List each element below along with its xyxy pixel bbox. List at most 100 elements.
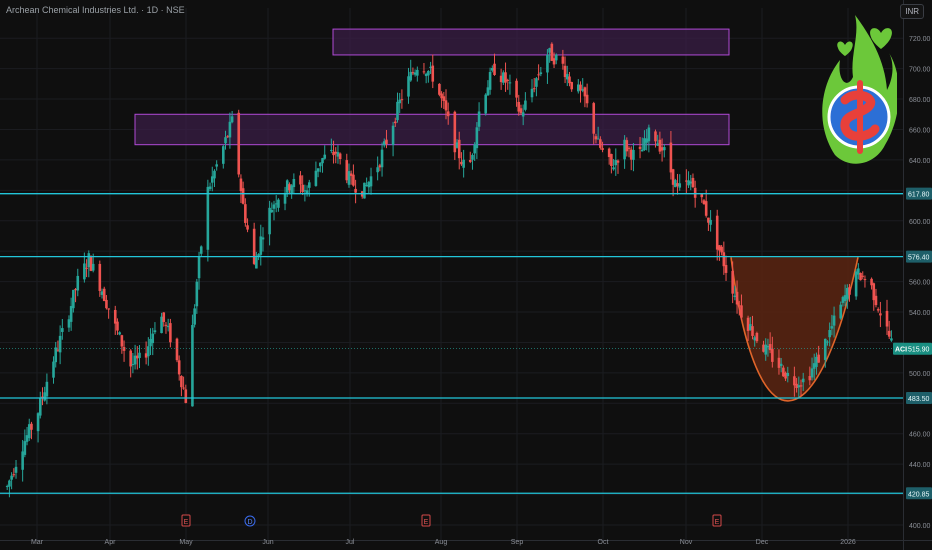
candle-body[interactable]: [879, 313, 882, 316]
candle-body[interactable]: [444, 100, 448, 111]
candle-body[interactable]: [224, 137, 227, 144]
candle-body[interactable]: [52, 361, 55, 378]
candle-body[interactable]: [700, 194, 704, 198]
candle-body[interactable]: [213, 170, 216, 179]
candle-body[interactable]: [515, 80, 518, 98]
candle-body[interactable]: [393, 121, 397, 124]
candle-body[interactable]: [438, 83, 441, 95]
candle-body[interactable]: [735, 291, 739, 305]
candle-body[interactable]: [323, 154, 327, 159]
candle-body[interactable]: [427, 71, 430, 76]
candle-body[interactable]: [610, 154, 613, 166]
candle-body[interactable]: [102, 288, 106, 302]
candle-body[interactable]: [786, 372, 790, 377]
candle-body[interactable]: [369, 176, 373, 187]
candle-body[interactable]: [391, 125, 395, 146]
candle-body[interactable]: [76, 275, 80, 291]
candle-body[interactable]: [241, 188, 245, 204]
candle-body[interactable]: [69, 306, 73, 322]
candle-body[interactable]: [299, 175, 302, 185]
candle-body[interactable]: [354, 188, 357, 193]
candle-body[interactable]: [468, 159, 472, 162]
candle-body[interactable]: [221, 146, 225, 164]
candle-body[interactable]: [184, 389, 188, 403]
candle-body[interactable]: [246, 225, 249, 230]
candle-body[interactable]: [669, 142, 673, 173]
candle-body[interactable]: [316, 168, 320, 172]
candle-body[interactable]: [105, 299, 108, 309]
candle-body[interactable]: [828, 330, 831, 338]
currency-button[interactable]: INR: [900, 4, 924, 19]
candle-body[interactable]: [244, 204, 247, 223]
candle-body[interactable]: [14, 466, 18, 473]
candle-body[interactable]: [193, 308, 196, 325]
candle-body[interactable]: [462, 159, 465, 168]
candle-body[interactable]: [488, 72, 492, 90]
candle-body[interactable]: [887, 330, 891, 337]
candle-body[interactable]: [314, 170, 318, 186]
candle-body[interactable]: [169, 323, 172, 343]
candle-body[interactable]: [647, 127, 651, 142]
candle-body[interactable]: [537, 74, 540, 76]
candle-body[interactable]: [625, 140, 629, 152]
candle-body[interactable]: [283, 192, 287, 204]
candle-body[interactable]: [431, 65, 435, 82]
candle-body[interactable]: [722, 252, 726, 267]
candle-body[interactable]: [484, 94, 487, 114]
candle-body[interactable]: [475, 127, 479, 149]
candle-body[interactable]: [416, 69, 419, 76]
candle-body[interactable]: [396, 101, 399, 121]
candle-body[interactable]: [107, 308, 110, 310]
candle-body[interactable]: [153, 330, 157, 333]
candle-body[interactable]: [601, 148, 604, 150]
candle-body[interactable]: [506, 79, 510, 81]
candle-body[interactable]: [175, 338, 179, 361]
candle-body[interactable]: [292, 178, 296, 188]
candle-body[interactable]: [885, 310, 889, 327]
candle-body[interactable]: [120, 335, 124, 347]
candle-body[interactable]: [380, 149, 384, 168]
candle-body[interactable]: [477, 111, 481, 127]
resistance-zone[interactable]: [332, 28, 730, 56]
candle-body[interactable]: [85, 267, 88, 269]
candle-body[interactable]: [731, 270, 734, 294]
candle-body[interactable]: [12, 474, 16, 476]
candle-body[interactable]: [113, 309, 117, 324]
candle-body[interactable]: [662, 147, 666, 151]
candle-body[interactable]: [182, 387, 185, 389]
candle-body[interactable]: [208, 186, 212, 189]
candle-body[interactable]: [854, 271, 858, 297]
candle-body[interactable]: [72, 289, 75, 309]
candle-body[interactable]: [521, 112, 525, 117]
candle-body[interactable]: [376, 167, 379, 173]
candle-body[interactable]: [91, 263, 95, 271]
candle-body[interactable]: [779, 363, 783, 367]
candle-body[interactable]: [715, 215, 719, 250]
candle-body[interactable]: [98, 263, 102, 291]
candle-body[interactable]: [45, 381, 49, 397]
candle-body[interactable]: [422, 71, 426, 73]
candle-body[interactable]: [861, 275, 865, 277]
candle-body[interactable]: [61, 328, 64, 332]
candle-body[interactable]: [118, 332, 121, 335]
candle-body[interactable]: [8, 480, 11, 487]
candle-body[interactable]: [874, 295, 878, 306]
candle-body[interactable]: [546, 54, 549, 73]
candle-body[interactable]: [398, 99, 401, 104]
candle-body[interactable]: [830, 326, 834, 329]
candle-body[interactable]: [36, 413, 40, 432]
candle-body[interactable]: [638, 146, 642, 149]
candle-body[interactable]: [151, 333, 155, 344]
candle-body[interactable]: [347, 171, 351, 185]
candle-body[interactable]: [530, 88, 534, 98]
candle-body[interactable]: [532, 88, 536, 90]
candle-body[interactable]: [777, 357, 781, 368]
candle-body[interactable]: [162, 312, 166, 322]
candle-body[interactable]: [197, 256, 201, 279]
candle-body[interactable]: [535, 78, 538, 87]
candle-body[interactable]: [400, 99, 404, 101]
candle-body[interactable]: [446, 111, 450, 117]
candle-body[interactable]: [755, 332, 759, 342]
candle-body[interactable]: [592, 103, 596, 134]
candle-body[interactable]: [321, 158, 324, 164]
